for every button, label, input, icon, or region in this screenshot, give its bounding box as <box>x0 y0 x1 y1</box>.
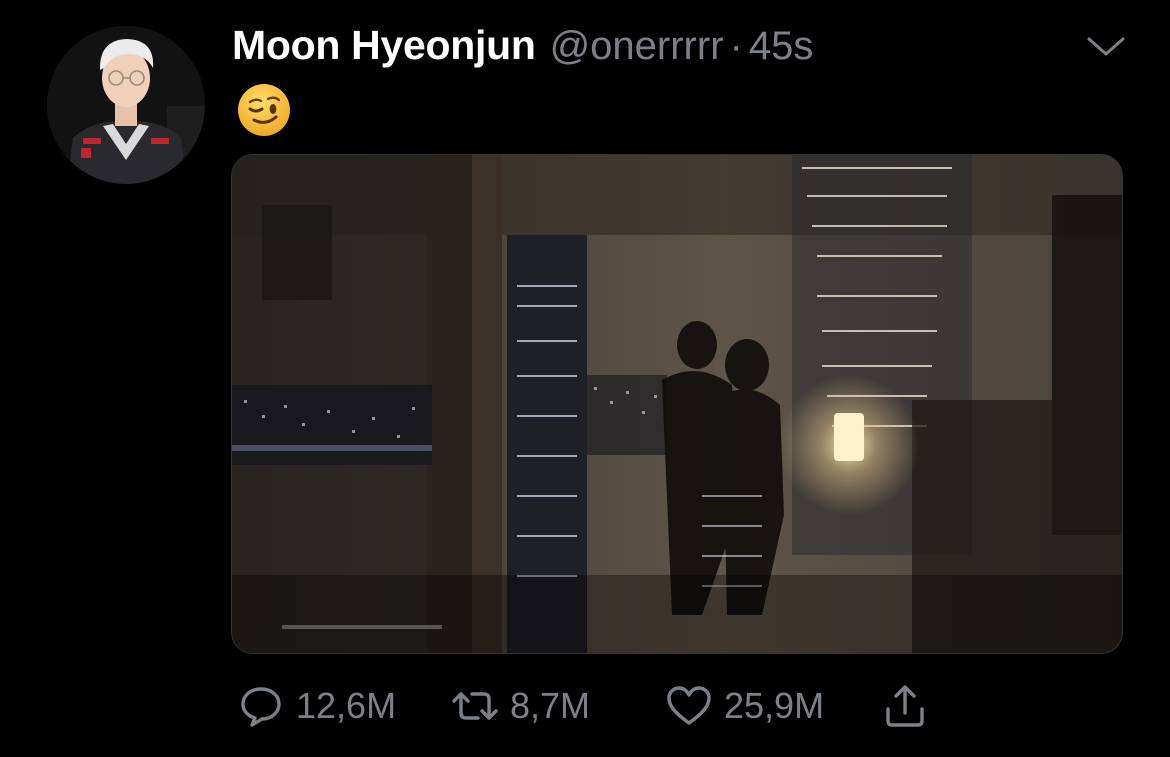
like-button[interactable]: 25,9M <box>664 675 824 737</box>
display-name[interactable]: Moon Hyeonjun <box>232 22 536 69</box>
action-bar: 12,6M 8,7M 25,9M <box>232 675 952 737</box>
reply-button[interactable]: 12,6M <box>236 675 396 737</box>
tweet: Moon Hyeonjun @onerrrrr · 45s 12,6M 8,7M… <box>0 0 1170 757</box>
tweet-header: Moon Hyeonjun @onerrrrr · 45s <box>232 22 813 76</box>
like-count: 25,9M <box>724 685 825 726</box>
retweet-count: 8,7M <box>510 685 591 726</box>
avatar[interactable] <box>47 26 205 184</box>
night-window-photo <box>232 155 1122 653</box>
heart-icon <box>664 681 714 731</box>
tweet-media-photo[interactable] <box>231 154 1123 654</box>
speech-bubble-icon <box>236 681 286 731</box>
retweet-arrows-icon <box>450 681 500 731</box>
share-upload-icon <box>880 681 930 731</box>
retweet-button[interactable]: 8,7M <box>450 675 590 737</box>
share-button[interactable] <box>880 675 930 737</box>
avatar-image <box>47 26 205 184</box>
chevron-down-icon[interactable] <box>1085 30 1127 62</box>
separator-dot: · <box>729 24 743 68</box>
reply-count: 12,6M <box>296 685 397 726</box>
timestamp[interactable]: 45s <box>749 24 814 69</box>
winking-face-emoji <box>236 82 292 138</box>
user-handle[interactable]: @onerrrrr <box>550 24 724 69</box>
